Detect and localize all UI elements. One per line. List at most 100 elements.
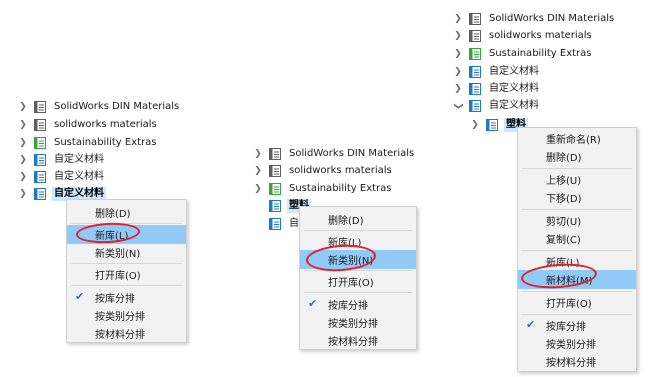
material-library-icon [469,65,481,78]
tree-item-custom-materials-expanded[interactable]: ❯ 自定义材料 [452,97,541,114]
chevron-right-icon[interactable]: ❯ [17,101,29,113]
menu-item-sort-by-category[interactable]: 按类别分排 [518,334,636,353]
chevron-right-icon[interactable]: ❯ [252,165,264,177]
menu-item-label: 新类别(N) [328,256,374,267]
material-library-icon [269,147,281,160]
tree-item-label: solidworks materials [54,118,157,130]
menu-separator [522,250,632,251]
chevron-right-icon[interactable]: ❯ [17,137,29,149]
menu-item-label: 按材料分排 [95,330,145,341]
menu-item-sort-by-category[interactable]: 按类别分排 [300,313,416,332]
menu-item-delete[interactable]: 删除(D) [518,147,636,166]
context-menu: 删除(D) 新库(L) 新类别(N) 打开库(O) ✔ 按库分排 按类别分排 按材… [299,206,417,350]
menu-item-move-up[interactable]: 上移(U) [518,170,636,189]
menu-item-sort-by-material[interactable]: 按材料分排 [518,352,636,371]
tree-item-solidworks-materials[interactable]: ❯ solidworks materials [452,27,594,44]
chevron-right-icon[interactable]: ❯ [452,13,464,25]
menu-separator [71,285,182,286]
material-library-icon [34,136,46,149]
material-library-icon [269,199,281,212]
menu-item-label: 按库分排 [328,301,368,312]
tree-item-solidworks-din[interactable]: ❯ SolidWorks DIN Materials [452,10,616,27]
menu-item-label: 下移(D) [546,194,582,205]
tree-item-label: Sustainability Extras [289,182,392,194]
menu-item-sort-by-library[interactable]: ✔ 按库分排 [67,288,186,307]
material-library-icon [469,12,481,25]
menu-separator [522,209,632,210]
chevron-right-icon[interactable]: ❯ [452,30,464,42]
menu-item-sort-by-material[interactable]: 按材料分排 [300,331,416,350]
menu-item-label: 剪切(U) [546,217,582,228]
menu-item-label: 重新命名(R) [546,135,601,146]
menu-separator [304,270,412,271]
menu-item-sort-by-category[interactable]: 按类别分排 [67,306,186,325]
menu-item-rename[interactable]: 重新命名(R) [518,129,636,148]
tree-item-solidworks-din[interactable]: ❯ SolidWorks DIN Materials [17,98,181,115]
tree-item-solidworks-materials[interactable]: ❯ solidworks materials [252,162,394,179]
tree-item-custom-materials[interactable]: ❯ 自定义材料 [17,151,106,168]
menu-item-new-library[interactable]: 新库(L) [67,225,186,244]
menu-item-label: 新库(L) [546,258,580,269]
menu-item-label: 按库分排 [546,322,586,333]
tree-item-solidworks-din[interactable]: ❯ SolidWorks DIN Materials [252,145,416,162]
chevron-right-icon[interactable]: ❯ [17,154,29,166]
menu-item-open-library[interactable]: 打开库(O) [300,272,416,291]
material-library-icon [34,100,46,113]
menu-item-label: 按类别分排 [95,312,145,323]
tree-item-custom-materials[interactable]: ❯ 自定义材料 [452,80,541,97]
tree-item-label: SolidWorks DIN Materials [489,12,615,24]
menu-item-new-library[interactable]: 新库(L) [300,232,416,251]
menu-item-label: 打开库(O) [546,299,592,310]
material-library-icon [469,82,481,95]
menu-item-delete[interactable]: 删除(D) [300,210,416,229]
tree-item-custom-materials[interactable]: 自 [268,215,301,232]
context-menu: 重新命名(R) 删除(D) 上移(U) 下移(D) 剪切(U) 复制(C) 新库… [517,127,637,372]
chevron-right-icon[interactable]: ❯ [17,171,29,183]
menu-separator [522,291,632,292]
chevron-right-icon[interactable]: ❯ [252,183,264,195]
chevron-right-icon[interactable]: ❯ [252,148,264,160]
menu-item-move-down[interactable]: 下移(D) [518,188,636,207]
check-icon: ✔ [75,290,85,303]
tree-item-sustainability-extras[interactable]: ❯ Sustainability Extras [452,45,594,62]
menu-item-sort-by-library[interactable]: ✔ 按库分排 [300,295,416,314]
tree-item-sustainability-extras[interactable]: ❯ Sustainability Extras [17,134,159,151]
chevron-right-icon[interactable]: ❯ [452,48,464,60]
chevron-right-icon[interactable]: ❯ [452,83,464,95]
menu-item-label: 按类别分排 [328,319,378,330]
menu-item-delete[interactable]: 删除(D) [67,203,186,222]
menu-item-new-category[interactable]: 新类别(N) [67,243,186,262]
menu-separator [71,263,182,264]
material-library-icon [469,29,481,42]
menu-item-label: 按类别分排 [546,340,596,351]
menu-item-open-library[interactable]: 打开库(O) [67,265,186,284]
menu-item-label: 上移(U) [546,176,582,187]
material-library-icon [469,47,481,60]
tree-item-custom-materials[interactable]: ❯ 自定义材料 [452,63,541,80]
chevron-right-icon[interactable]: ❯ [469,119,481,131]
tree-item-sustainability-extras[interactable]: ❯ Sustainability Extras [252,180,394,197]
tree-item-custom-materials[interactable]: ❯ 自定义材料 [17,168,106,185]
tree-item-label: SolidWorks DIN Materials [289,147,415,159]
chevron-down-icon[interactable]: ❯ [452,100,464,112]
menu-item-cut[interactable]: 剪切(U) [518,211,636,230]
tree-item-label: 自定义材料 [489,82,539,94]
menu-item-new-category[interactable]: 新类别(N) [300,250,416,269]
menu-item-new-material[interactable]: 新材料(M) [518,270,636,289]
menu-item-copy[interactable]: 复制(C) [518,229,636,248]
tree-item-solidworks-materials[interactable]: ❯ solidworks materials [17,116,159,133]
menu-item-open-library[interactable]: 打开库(O) [518,293,636,312]
menu-item-label: 打开库(O) [95,271,141,282]
menu-separator [522,314,632,315]
menu-item-new-library[interactable]: 新库(L) [518,252,636,271]
tree-item-label: solidworks materials [489,29,592,41]
menu-item-sort-by-library[interactable]: ✔ 按库分排 [518,316,636,335]
chevron-right-icon[interactable]: ❯ [452,66,464,78]
material-library-icon [469,99,481,112]
chevron-right-icon[interactable]: ❯ [17,119,29,131]
chevron-right-icon[interactable]: ❯ [17,188,29,200]
menu-item-sort-by-material[interactable]: 按材料分排 [67,324,186,343]
material-library-icon [269,182,281,195]
material-library-icon [486,118,498,131]
menu-separator [304,230,412,231]
